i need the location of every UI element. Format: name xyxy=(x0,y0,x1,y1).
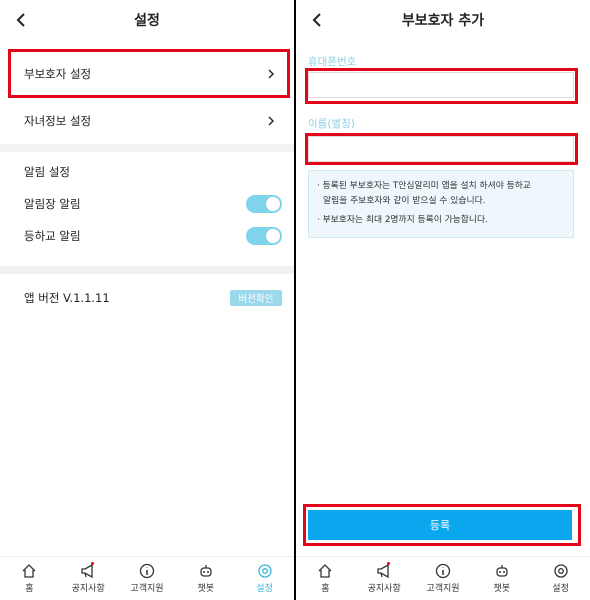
attendance-alert-toggle[interactable] xyxy=(246,195,282,213)
back-icon[interactable] xyxy=(12,10,32,30)
robot-icon xyxy=(496,565,508,577)
notification-section-title: 알림 설정 xyxy=(0,158,294,186)
nav-settings[interactable]: 설정 xyxy=(235,557,294,600)
settings-screen: 설정 부보호자 설정 자녀정보 설정 알림 설정 알림장 알림 등하교 알림 앱… xyxy=(0,0,294,600)
home-icon xyxy=(22,564,36,578)
nav-settings-label: 설정 xyxy=(256,584,273,594)
info-icon xyxy=(139,563,155,579)
nav-chatbot[interactable]: 챗봇 xyxy=(472,557,531,600)
nav-settings-label: 설정 xyxy=(552,584,569,594)
attendance-alert-label: 알림장 알림 xyxy=(24,197,81,211)
nav-notice-label: 공지사항 xyxy=(71,584,105,594)
info-text-1b: 알림을 주보호자와 같이 받으실 수 있습니다. xyxy=(323,196,486,206)
name-label: 이름(별칭) xyxy=(308,118,355,130)
robot-icon xyxy=(200,565,212,577)
settings-header: 설정 xyxy=(0,0,294,40)
nav-chatbot-label: 챗봇 xyxy=(493,584,511,594)
page-title: 부보호자 추가 xyxy=(401,13,485,29)
highlight-box xyxy=(305,133,578,165)
nav-home[interactable]: 홈 xyxy=(0,557,59,600)
chevron-right-icon xyxy=(268,116,274,126)
gear-icon xyxy=(553,564,568,578)
megaphone-icon xyxy=(377,563,389,579)
phone-label: 휴대폰번호 xyxy=(308,56,357,68)
home-icon xyxy=(318,564,332,578)
highlight-box xyxy=(303,504,581,546)
info-icon xyxy=(435,563,451,579)
gear-icon xyxy=(257,564,272,578)
info-text-1: · 등록된 부보호자는 T안심알리미 앱을 설치 하셔야 등하교 xyxy=(317,181,531,191)
add-guardian-header: 부보호자 추가 xyxy=(296,0,590,40)
highlight-box xyxy=(305,68,578,104)
back-icon[interactable] xyxy=(308,10,328,30)
nav-chatbot[interactable]: 챗봇 xyxy=(176,557,235,600)
info-text-2: · 부보호자는 최대 2명까지 등록이 가능합니다. xyxy=(317,215,488,225)
nav-support-label: 고객지원 xyxy=(426,584,460,594)
version-check-button[interactable]: 버전확인 xyxy=(230,290,282,306)
nav-settings[interactable]: 설정 xyxy=(531,557,590,600)
nav-home[interactable]: 홈 xyxy=(296,557,355,600)
new-badge-dot xyxy=(386,562,390,565)
page-title: 설정 xyxy=(134,13,160,29)
nav-notice[interactable]: 공지사항 xyxy=(59,557,118,600)
highlight-box xyxy=(8,49,290,98)
notification-section-label: 알림 설정 xyxy=(24,165,70,179)
nav-chatbot-label: 챗봇 xyxy=(197,584,215,594)
app-version-label: 앱 버전 V.1.1.11 xyxy=(24,291,110,305)
add-guardian-screen: 부보호자 추가 휴대폰번호 이름(별칭) · 등록된 부보호자는 T안심알리미 … xyxy=(296,0,590,600)
child-info-settings-label: 자녀정보 설정 xyxy=(24,114,92,128)
child-info-settings-item[interactable]: 자녀정보 설정 xyxy=(0,98,294,144)
nav-notice[interactable]: 공지사항 xyxy=(355,557,414,600)
nav-home-label: 홈 xyxy=(25,584,34,594)
bottom-navigation: 홈 공지사항 고객지원 챗봇 설정 xyxy=(0,556,294,600)
bottom-navigation: 홈 공지사항 고객지원 챗봇 설정 xyxy=(296,556,590,600)
school-alert-toggle[interactable] xyxy=(246,227,282,245)
nav-support-label: 고객지원 xyxy=(130,584,164,594)
info-box: · 등록된 부보호자는 T안심알리미 앱을 설치 하셔야 등하교 알림을 주보호… xyxy=(308,170,574,238)
section-divider xyxy=(0,144,294,152)
school-alert-label: 등하교 알림 xyxy=(24,229,81,243)
megaphone-icon xyxy=(81,563,93,579)
new-badge-dot xyxy=(90,562,94,565)
nav-notice-label: 공지사항 xyxy=(367,584,401,594)
nav-support[interactable]: 고객지원 xyxy=(414,557,473,600)
section-divider xyxy=(0,266,294,274)
nav-home-label: 홈 xyxy=(321,584,330,594)
nav-support[interactable]: 고객지원 xyxy=(118,557,177,600)
